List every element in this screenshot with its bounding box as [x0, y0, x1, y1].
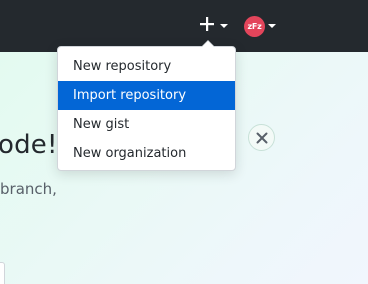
plus-icon[interactable] [199, 16, 215, 32]
close-icon [256, 132, 268, 144]
create-new-dropdown-menu: New repository Import repository New gis… [57, 40, 236, 171]
menu-item-new-organization[interactable]: New organization [58, 139, 235, 168]
dismiss-button[interactable] [248, 124, 275, 151]
menu-item-new-gist[interactable]: New gist [58, 110, 235, 139]
menu-item-new-repository[interactable]: New repository [58, 52, 235, 81]
avatar[interactable]: zFz [244, 16, 265, 37]
page-body-text: branch, [0, 180, 57, 198]
page-heading: ode! [0, 130, 58, 160]
menu-item-import-repository[interactable]: Import repository [58, 81, 235, 110]
content-card [0, 262, 5, 284]
dropdown-pointer-fill [202, 41, 214, 47]
create-dropdown-caret-icon[interactable] [220, 24, 228, 28]
top-navigation-bar: zFz [0, 0, 368, 52]
avatar-dropdown-caret-icon[interactable] [268, 24, 276, 28]
